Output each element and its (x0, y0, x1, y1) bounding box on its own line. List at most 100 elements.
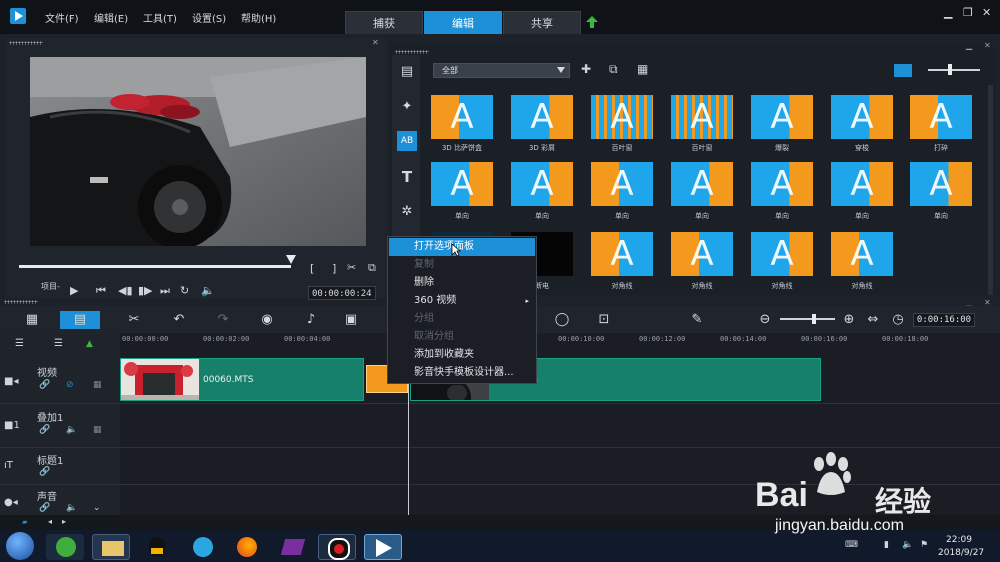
volume-icon[interactable]: 🔈 (66, 503, 77, 513)
taskbar-app-360[interactable] (46, 534, 84, 560)
menu-tools[interactable]: 工具(T) (143, 10, 177, 25)
close-icon[interactable]: ✕ (982, 6, 991, 19)
timeline-grip-icon[interactable] (4, 300, 38, 304)
transition-thumbnail[interactable]: A (831, 95, 893, 139)
menu-edit[interactable]: 编辑(E) (94, 10, 128, 25)
scroll-left-icon[interactable]: ◂ (48, 517, 52, 526)
filter-icon[interactable]: ✲ (397, 202, 417, 222)
transition-thumbnail[interactable]: A (591, 232, 653, 276)
project-duration[interactable]: 0:00:16:00 (913, 313, 975, 327)
record-capture-icon[interactable]: ◉ (257, 311, 277, 329)
panel-grip-icon[interactable] (9, 41, 43, 45)
zoom-slider-knob[interactable] (812, 314, 816, 324)
scrubber-handle[interactable] (286, 255, 296, 264)
zoom-in-icon[interactable]: ⊕ (839, 311, 859, 329)
taskbar-app-editor[interactable] (274, 534, 312, 560)
mark-out-button[interactable]: ] (332, 262, 336, 275)
zoom-out-icon[interactable]: ⊖ (755, 311, 775, 329)
split-clip-icon[interactable]: ✂ (347, 261, 356, 274)
panel-close-icon[interactable]: ✕ (372, 38, 379, 47)
taskbar-app-firefox[interactable] (228, 534, 266, 560)
maximize-icon[interactable]: ❐ (963, 6, 973, 19)
transition-thumbnail[interactable]: A (431, 162, 493, 206)
scroll-right-icon[interactable]: ▸ (62, 517, 66, 526)
volume-icon[interactable]: 🔈 (66, 425, 77, 435)
taskbar-app-player[interactable] (184, 534, 222, 560)
add-track-icon[interactable]: ☰ (54, 338, 63, 349)
menu-settings[interactable]: 设置(S) (192, 10, 226, 25)
transition-thumbnail[interactable]: A (671, 232, 733, 276)
tab-share[interactable]: 共享 (503, 11, 581, 34)
clock-time[interactable]: 22:09 (946, 535, 972, 545)
transition-thumbnail[interactable]: A (511, 95, 573, 139)
ctx-template-designer[interactable]: 影音快手模板设计器... (389, 364, 535, 382)
project-mode-label[interactable]: 项目- (41, 281, 60, 292)
transition-thumbnail[interactable]: A (511, 162, 573, 206)
fit-timeline-icon[interactable]: ⇔ (863, 311, 883, 329)
ripple-icon[interactable]: ⊘ (66, 380, 74, 390)
menu-help[interactable]: 帮助(H) (241, 10, 276, 25)
chevron-down-icon[interactable]: ⌄ (93, 503, 101, 513)
clock-date[interactable]: 2018/9/27 (938, 548, 984, 558)
apply-random-icon[interactable]: ⧉ (609, 62, 618, 77)
edit-subtitle-icon[interactable]: ✎ (687, 311, 707, 329)
library-scrollbar[interactable] (988, 85, 993, 295)
sound-mixer-icon[interactable]: ♪ (301, 311, 321, 329)
go-end-icon[interactable]: ⏭ (160, 284, 170, 298)
track-manager-icon[interactable]: ☰ (15, 338, 24, 349)
undo-icon[interactable]: ↶ (169, 311, 189, 329)
library-filter-dropdown[interactable]: 全部 (433, 63, 570, 78)
library-minimize-icon[interactable]: ▁ (966, 41, 972, 50)
library-close-icon[interactable]: ✕ (984, 41, 991, 50)
tab-capture[interactable]: 捕获 (345, 11, 423, 34)
taskbar-app-qq[interactable] (138, 534, 176, 560)
ctx-360-video[interactable]: 360 视频 ▸ (389, 292, 535, 310)
transition-thumbnail[interactable]: A (751, 95, 813, 139)
grid-icon[interactable]: ▦ (93, 425, 102, 435)
thumb-size-knob[interactable] (948, 64, 952, 75)
chapter-point-icon[interactable]: ▲ (86, 339, 93, 349)
motion-track-icon[interactable]: ◯ (552, 311, 572, 329)
transition-thumbnail[interactable]: A (591, 95, 653, 139)
storyboard-view-icon[interactable]: ▤ (60, 311, 100, 329)
add-favorite-icon[interactable]: ✚ (581, 62, 591, 76)
start-button[interactable] (6, 532, 34, 560)
volume-icon[interactable]: 🔈 (201, 284, 215, 297)
transition-thumbnail[interactable]: A (431, 95, 493, 139)
resize-icon[interactable]: ⧉ (368, 261, 376, 275)
link-icon[interactable]: 🔗 (39, 425, 50, 435)
taskbar-app-videostudio[interactable] (364, 534, 402, 560)
transition-thumbnail[interactable]: A (910, 162, 972, 206)
taskbar-app-explorer[interactable] (92, 534, 130, 560)
link-icon[interactable]: 🔗 (39, 467, 50, 477)
transition-icon[interactable]: AB (397, 131, 417, 151)
transition-thumbnail[interactable]: A (591, 162, 653, 206)
auto-music-icon[interactable]: ▣ (341, 311, 361, 329)
timeline-view-icon[interactable]: ▦ (22, 311, 42, 329)
media-icon[interactable]: ▤ (397, 62, 417, 82)
apply-current-icon[interactable]: ▦ (637, 62, 648, 76)
go-start-icon[interactable]: ⏮ (96, 284, 106, 298)
scrubber-bar[interactable] (19, 265, 291, 268)
minimize-icon[interactable]: ▁ (944, 6, 952, 19)
transition-thumbnail[interactable]: A (671, 95, 733, 139)
transition-thumbnail[interactable]: A (751, 232, 813, 276)
upload-icon[interactable] (585, 15, 599, 29)
video-clip[interactable]: 00060.MTS (120, 358, 364, 401)
ctx-delete[interactable]: 删除 (389, 274, 535, 292)
mark-in-button[interactable]: [ (310, 262, 314, 275)
fit-project-icon[interactable]: ⊡ (594, 311, 614, 329)
view-thumbnail-icon[interactable] (894, 64, 912, 77)
repeat-icon[interactable]: ↻ (180, 284, 189, 297)
tools-icon[interactable]: ✂ (124, 311, 144, 329)
transition-thumbnail[interactable]: A (910, 95, 972, 139)
library-grip-icon[interactable] (395, 50, 429, 54)
title-icon[interactable]: T (397, 167, 417, 187)
ctx-open-options-panel[interactable]: 打开选项面板 (389, 238, 535, 256)
menu-file[interactable]: 文件(F) (45, 10, 79, 25)
redo-icon[interactable]: ↷ (213, 311, 233, 329)
grid-icon[interactable]: ▦ (93, 380, 102, 390)
play-icon[interactable]: ▶ (70, 284, 78, 297)
tab-edit[interactable]: 编辑 (424, 11, 502, 34)
transition-thumbnail[interactable]: A (831, 162, 893, 206)
